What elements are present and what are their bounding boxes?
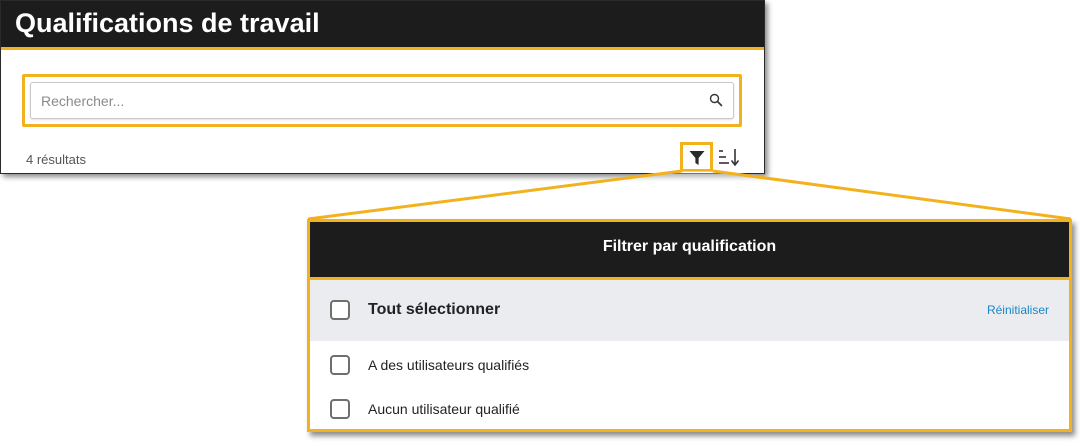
option-label: A des utilisateurs qualifiés (368, 357, 530, 373)
select-all-label: Tout sélectionner (368, 301, 501, 318)
filter-panel: Filtrer par qualification Tout sélection… (307, 219, 1072, 432)
select-all-checkbox[interactable] (330, 300, 350, 320)
option-checkbox[interactable] (330, 355, 350, 375)
reset-link[interactable]: Réinitialiser (987, 303, 1049, 317)
filter-option-qualified-users[interactable]: A des utilisateurs qualifiés (310, 344, 1069, 388)
filter-panel-title: Filtrer par qualification (602, 238, 777, 255)
filter-option-no-qualified-user[interactable]: Aucun utilisateur qualifié (310, 388, 1069, 432)
option-label: Aucun utilisateur qualifié (368, 401, 520, 417)
select-all-row[interactable]: Tout sélectionner Réinitialiser (310, 280, 1069, 341)
option-checkbox[interactable] (330, 399, 350, 419)
filter-panel-header: Filtrer par qualification (310, 222, 1069, 280)
